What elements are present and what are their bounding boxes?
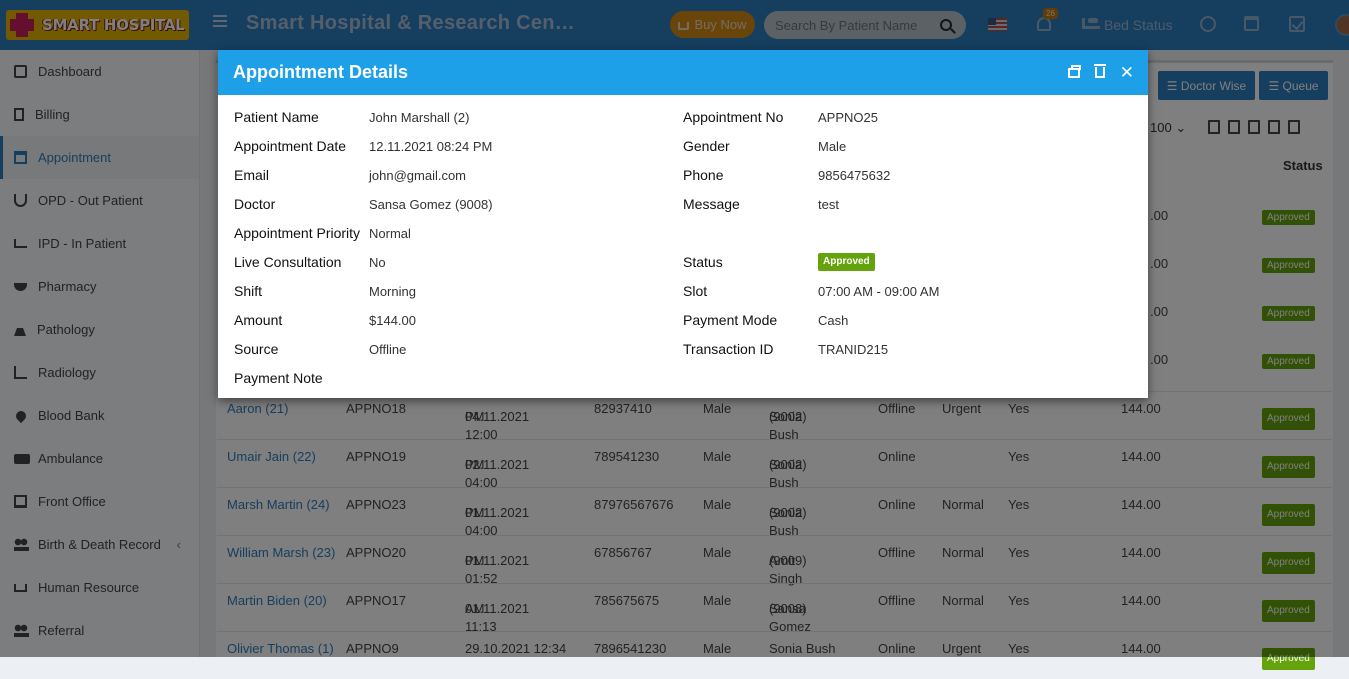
appointment-date-value: 12.11.2021 08:24 PM: [369, 139, 493, 154]
message-value: test: [818, 197, 839, 212]
appointment-no-label: Appointment No: [683, 109, 784, 125]
doctor-value: Sansa Gomez (9008): [369, 197, 493, 212]
email-value: john@gmail.com: [369, 168, 467, 183]
transaction-id-label: Transaction ID: [683, 341, 774, 357]
modal-body: Patient Name John Marshall (2) Appointme…: [218, 95, 1148, 398]
delete-icon[interactable]: [1093, 64, 1106, 78]
email-label: Email: [234, 167, 270, 183]
appointment-details-modal: Appointment Details ✕ Patient Name John …: [218, 50, 1148, 398]
phone-value: 9856475632: [818, 168, 891, 183]
amount-value: $144.00: [369, 313, 416, 328]
appointment-date-label: Appointment Date: [234, 138, 347, 154]
gender-label: Gender: [683, 138, 730, 154]
shift-label: Shift: [234, 283, 263, 299]
gender-value: Male: [818, 139, 847, 154]
source-label: Source: [234, 341, 279, 357]
print-icon[interactable]: [1067, 64, 1081, 78]
slot-value: 07:00 AM - 09:00 AM: [818, 284, 940, 299]
modal-title: Appointment Details: [233, 62, 409, 82]
appointment-priority-value: Normal: [369, 226, 411, 241]
status-badge: Approved: [818, 253, 875, 271]
patient-name-label: Patient Name: [234, 109, 319, 125]
close-icon[interactable]: ✕: [1120, 64, 1134, 81]
shift-value: Morning: [369, 284, 416, 299]
amount-label: Amount: [234, 312, 283, 328]
live-consultation-value: No: [369, 255, 386, 270]
live-consultation-label: Live Consultation: [234, 254, 342, 270]
doctor-label: Doctor: [234, 196, 276, 212]
patient-name-value: John Marshall (2): [369, 110, 470, 125]
phone-label: Phone: [683, 167, 724, 183]
source-value: Offline: [369, 342, 407, 357]
payment-note-label: Payment Note: [234, 370, 323, 386]
payment-mode-value: Cash: [818, 313, 849, 328]
payment-mode-label: Payment Mode: [683, 312, 778, 328]
status-label: Status: [683, 254, 723, 270]
appointment-priority-label: Appointment Priority: [234, 225, 361, 241]
appointment-no-value: APPNO25: [818, 110, 878, 125]
slot-label: Slot: [683, 283, 708, 299]
message-label: Message: [683, 196, 740, 212]
modal-header: Appointment Details ✕: [218, 50, 1148, 95]
modal-actions: ✕: [1067, 50, 1134, 95]
transaction-id-value: TRANID215: [818, 342, 889, 357]
